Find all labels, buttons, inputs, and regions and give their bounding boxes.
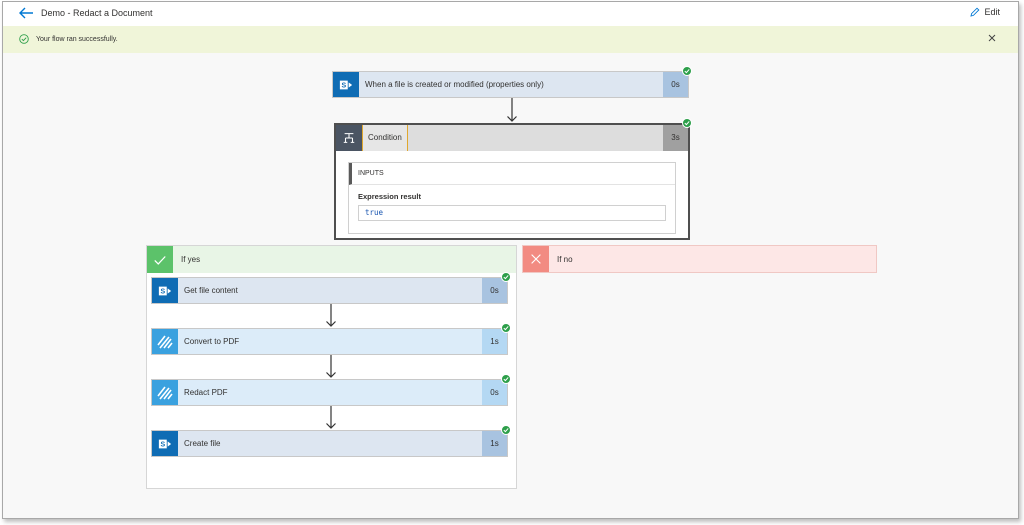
condition-block[interactable]: Condition 3s INPUTS Expression result tr… [334, 123, 690, 240]
action-label: Create file [184, 439, 221, 448]
trigger-duration: 0s [663, 72, 688, 97]
close-icon [523, 246, 549, 272]
success-check-icon [501, 272, 511, 282]
success-check-icon [501, 323, 511, 333]
action-card[interactable]: Redact PDF 0s [151, 379, 508, 406]
branch-if-no[interactable]: If no [522, 245, 877, 273]
sharepoint-icon: S [333, 72, 359, 97]
branch-yes-header[interactable]: If yes [147, 246, 516, 273]
action-label: Convert to PDF [184, 337, 240, 346]
success-check-icon [501, 374, 511, 384]
trigger-card[interactable]: S When a file is created or modified (pr… [332, 71, 689, 98]
back-arrow-icon[interactable] [17, 5, 35, 21]
condition-duration: 3s [663, 125, 688, 151]
flow-arrow-icon [506, 98, 518, 123]
edit-button[interactable]: Edit [970, 7, 1000, 17]
svg-text:S: S [160, 288, 165, 295]
check-circle-icon [19, 34, 29, 44]
page-title: Demo - Redact a Document [41, 8, 153, 18]
flow-arrow-icon [325, 406, 337, 430]
flow-arrow-icon [325, 355, 337, 379]
banner-message: Your flow ran successfully. [36, 36, 118, 43]
branch-no-label: If no [557, 255, 573, 264]
pencil-icon [970, 7, 980, 17]
pdf-services-icon [152, 329, 178, 354]
success-check-icon [682, 118, 692, 128]
svg-text:S: S [160, 441, 165, 448]
success-banner: Your flow ran successfully. [3, 26, 1018, 53]
app-window: Demo - Redact a Document Edit Your flow … [2, 1, 1019, 519]
condition-header[interactable]: Condition 3s [336, 125, 688, 151]
action-label: Redact PDF [184, 388, 228, 397]
top-bar: Demo - Redact a Document Edit [3, 2, 1018, 26]
success-check-icon [501, 425, 511, 435]
action-duration: 0s [482, 278, 507, 303]
edit-label: Edit [984, 7, 1000, 17]
condition-label: Condition [362, 125, 408, 151]
action-duration: 1s [482, 329, 507, 354]
sharepoint-icon: S [152, 278, 178, 303]
action-label: Get file content [184, 286, 238, 295]
branch-yes-label: If yes [181, 255, 201, 264]
action-duration: 1s [482, 431, 507, 456]
action-card[interactable]: S Get file content 0s [151, 277, 508, 304]
close-icon[interactable] [986, 32, 998, 44]
action-duration: 0s [482, 380, 507, 405]
svg-text:S: S [341, 82, 346, 89]
condition-icon [336, 125, 362, 151]
checkmark-icon [147, 246, 173, 273]
action-card[interactable]: Convert to PDF 1s [151, 328, 508, 355]
action-card[interactable]: S Create file 1s [151, 430, 508, 457]
success-check-icon [682, 66, 692, 76]
trigger-label: When a file is created or modified (prop… [365, 80, 544, 89]
inputs-heading: INPUTS [349, 163, 675, 185]
inputs-panel: INPUTS Expression result true [348, 162, 676, 234]
expression-value: true [358, 205, 666, 221]
flow-arrow-icon [325, 304, 337, 328]
pdf-services-icon [152, 380, 178, 405]
sharepoint-icon: S [152, 431, 178, 456]
expression-label: Expression result [358, 192, 421, 201]
